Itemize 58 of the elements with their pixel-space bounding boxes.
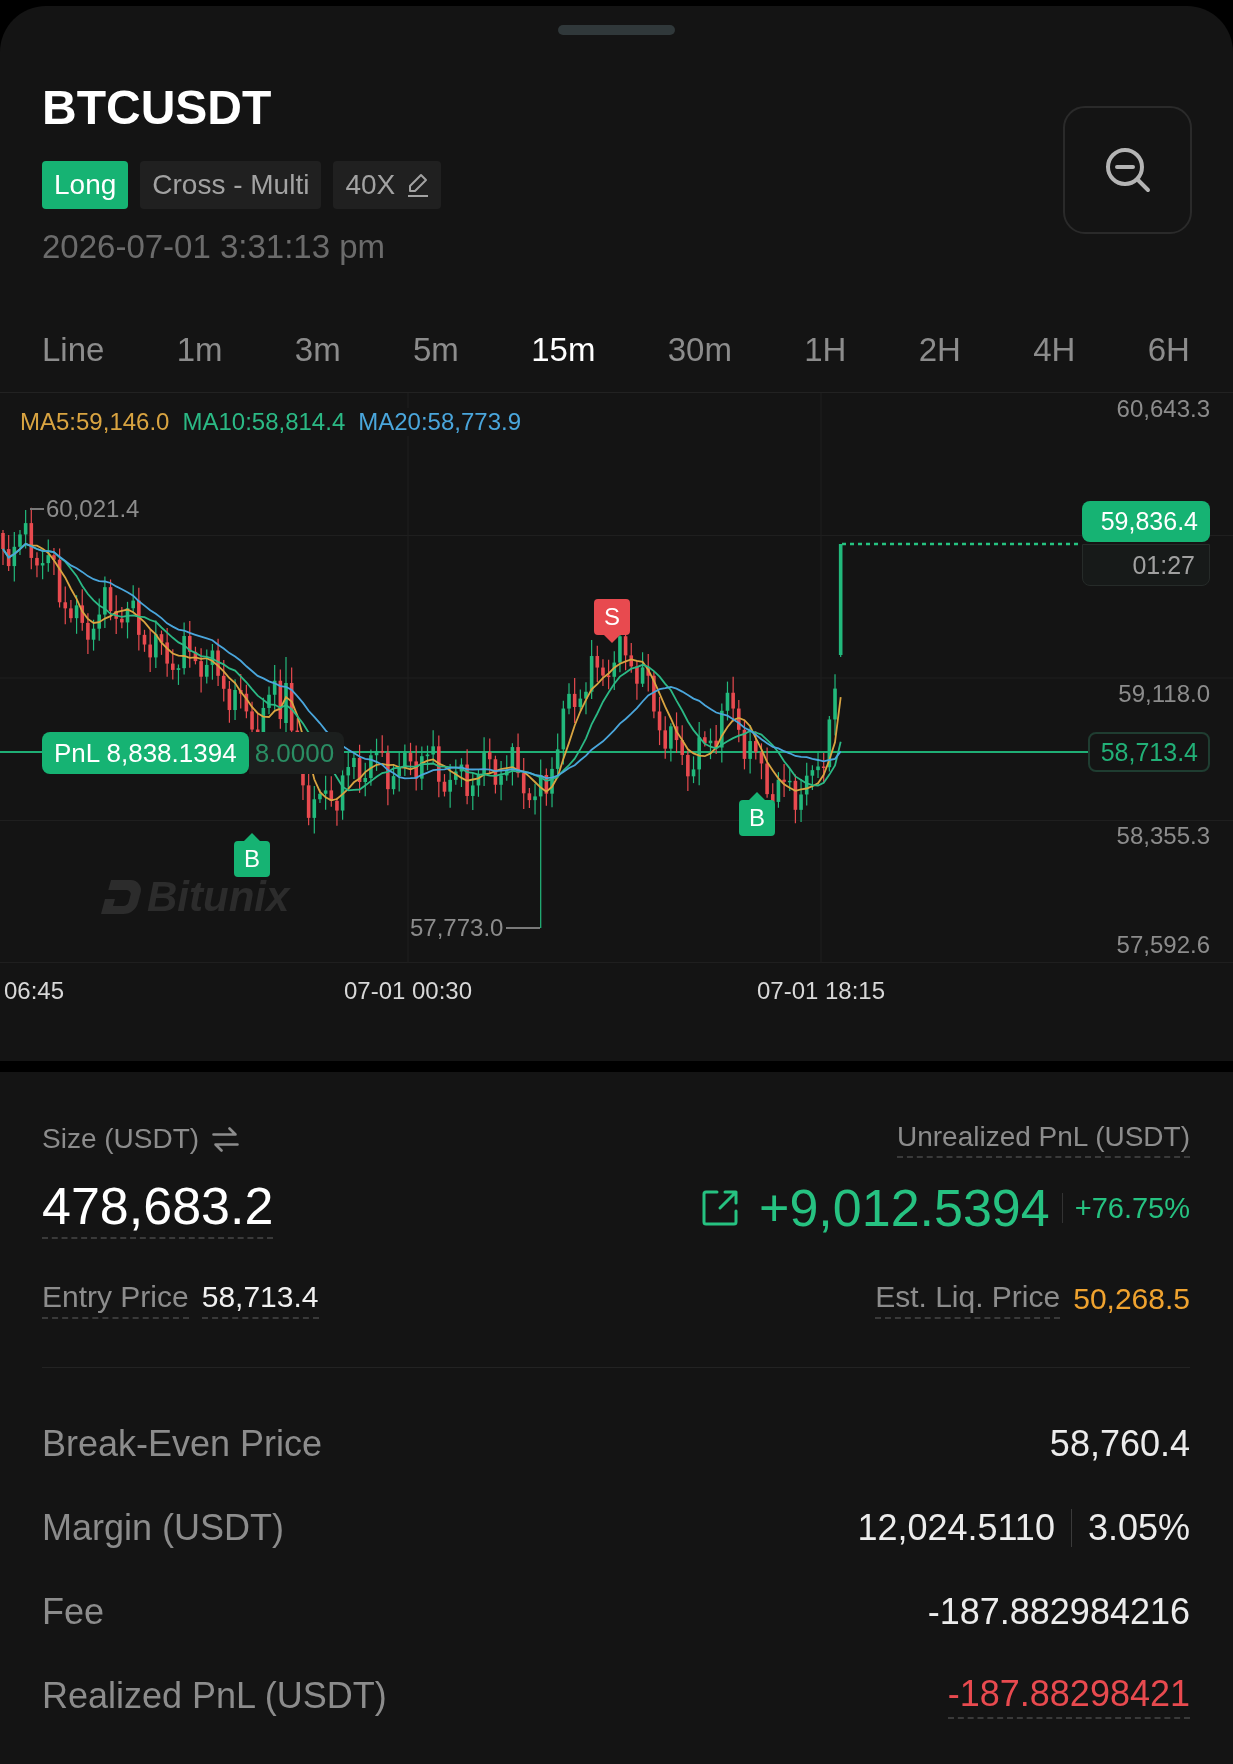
- timeframe-tab[interactable]: 6H: [1147, 330, 1190, 370]
- timeframe-tab[interactable]: Line: [42, 330, 105, 370]
- entry-price-label: Entry Price: [42, 1279, 189, 1319]
- swap-icon[interactable]: [212, 1126, 240, 1152]
- logo-icon: [101, 880, 141, 914]
- timeframe-tab[interactable]: 5m: [413, 330, 459, 370]
- unrealized-pnl-label: Unrealized PnL (USDT): [896, 1120, 1190, 1158]
- timeframe-tab[interactable]: 3m: [294, 330, 341, 370]
- detail-value: 58,760.4: [1049, 1423, 1190, 1465]
- position-size-value: 478,683.2: [42, 1177, 274, 1239]
- zoom-out-icon: [1104, 147, 1151, 193]
- liq-price-label: Est. Liq. Price: [875, 1279, 1061, 1319]
- detail-label: Realized PnL (USDT): [42, 1675, 387, 1717]
- position-side-tag: Long: [42, 161, 129, 209]
- time-axis-label: 07-01 00:30: [343, 976, 473, 1006]
- last-price-tag: 59,836.4: [1082, 501, 1210, 542]
- liq-price-value: 50,268.5: [1073, 1281, 1190, 1317]
- moving-average-label: MA20:58,773.9: [358, 408, 522, 436]
- timeframe-tab[interactable]: 1H: [804, 330, 847, 370]
- detail-label: Break-Even Price: [42, 1423, 323, 1465]
- timeframe-tab[interactable]: 15m: [531, 330, 596, 370]
- external-link-icon[interactable]: [701, 1189, 740, 1227]
- low-price-label: 57,773.0: [410, 916, 504, 940]
- timeframe-tab[interactable]: 30m: [667, 330, 732, 370]
- detail-value: -187.88298421: [947, 1673, 1190, 1719]
- detail-label: Fee: [42, 1591, 105, 1633]
- unrealized-pnl-percent: +76.75%: [1074, 1191, 1190, 1225]
- high-price-label: 60,021.4: [46, 497, 140, 521]
- timeframe-tab[interactable]: 4H: [1033, 330, 1076, 370]
- entry-price-tag: 58,713.4: [1088, 732, 1210, 772]
- margin-mode-tag: Cross - Multi: [140, 161, 322, 209]
- time-axis-label: 07-01 18:15: [756, 976, 886, 1006]
- time-axis-label: 06:45: [4, 976, 65, 1006]
- symbol-title: BTCUSDT: [42, 80, 272, 136]
- leverage-tag[interactable]: 40X: [333, 161, 442, 209]
- price-axis-label: 57,592.6: [1116, 933, 1210, 957]
- detail-value: 12,024.5110: [857, 1507, 1055, 1549]
- entry-price-value: 58,713.4: [201, 1279, 319, 1319]
- leader-line: [506, 927, 540, 929]
- leader-line: [30, 508, 44, 510]
- size-label: Size (USDT): [42, 1122, 200, 1156]
- pnl-tag: PnL 8,838.1394: [42, 732, 249, 774]
- detail-value: -187.882984216: [927, 1591, 1190, 1633]
- zoom-out-button[interactable]: [1063, 106, 1192, 234]
- sell-marker[interactable]: S: [594, 599, 630, 643]
- timestamp: 2026-07-01 3:31:13 pm: [42, 230, 386, 264]
- timeframe-tab[interactable]: 1m: [176, 330, 223, 370]
- price-axis-label: 58,355.3: [1116, 824, 1210, 848]
- quantity-tag: 8.0000: [248, 732, 345, 774]
- timeframe-tab[interactable]: 2H: [918, 330, 961, 370]
- price-axis-label: 59,118.0: [1118, 682, 1210, 706]
- drag-handle[interactable]: [558, 25, 675, 35]
- countdown-tag: 01:27: [1082, 544, 1210, 586]
- percent-value: 3.05%: [1087, 1507, 1190, 1549]
- price-axis-label: 60,643.3: [1116, 397, 1210, 421]
- detail-label: Margin (USDT): [42, 1507, 284, 1549]
- unrealized-pnl-value: +9,012.5394: [759, 1179, 1050, 1237]
- pencil-icon[interactable]: [407, 173, 430, 197]
